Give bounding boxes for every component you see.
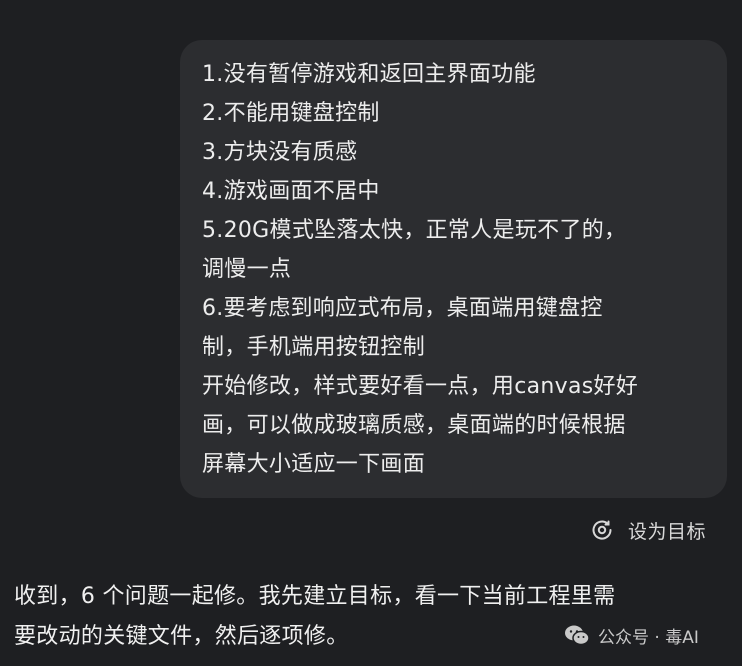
set-goal-label: 设为目标: [628, 520, 707, 543]
user-message-line: 开始修改，样式要好看一点，用canvas好好: [202, 374, 639, 399]
user-message-line: 画，可以做成玻璃质感，桌面端的时候根据: [202, 413, 626, 438]
user-message-line: 调慢一点: [202, 257, 292, 282]
user-message-line: 3.方块没有质感: [202, 140, 358, 165]
user-message-line: 2.不能用键盘控制: [202, 101, 380, 126]
wechat-icon: [564, 624, 590, 646]
user-message-line: 1.没有暂停游戏和返回主界面功能: [202, 62, 536, 87]
watermark: 公众号 · 毒AI: [564, 620, 699, 650]
user-message-bubble: 1.没有暂停游戏和返回主界面功能 2.不能用键盘控制 3.方块没有质感 4.游戏…: [180, 40, 727, 498]
user-message-line: 屏幕大小适应一下画面: [202, 452, 426, 477]
set-goal-button[interactable]: 设为目标: [590, 514, 706, 546]
user-message-line: 4.游戏画面不居中: [202, 179, 380, 204]
user-message-line: 6.要考虑到响应式布局，桌面端用键盘控: [202, 296, 603, 321]
user-message-line: 制，手机端用按钮控制: [202, 335, 426, 360]
target-refresh-icon: [590, 518, 614, 542]
assistant-message-line: 收到，6 个问题一起修。我先建立目标，看一下当前工程里需: [14, 584, 616, 609]
user-message-line: 5.20G模式坠落太快，正常人是玩不了的，: [202, 218, 627, 243]
watermark-text: 公众号 · 毒AI: [598, 627, 699, 648]
